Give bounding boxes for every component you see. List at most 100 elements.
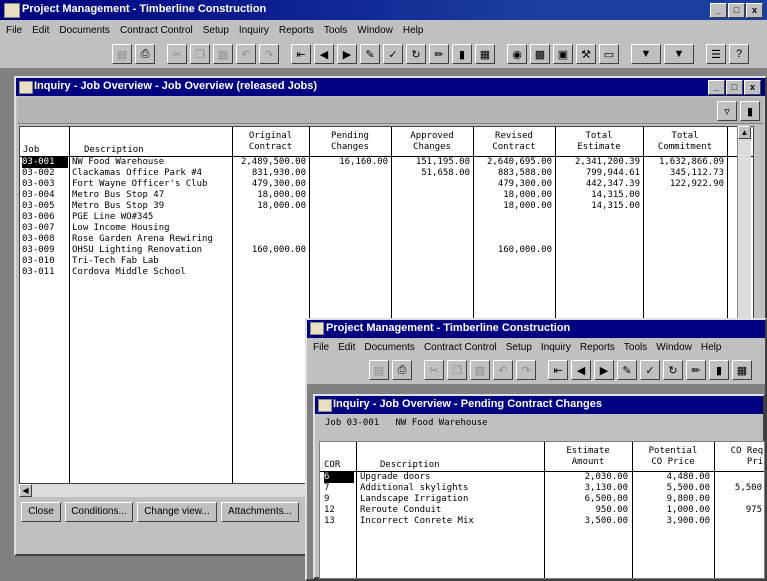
scroll-up-icon[interactable]: ▲ — [738, 126, 751, 139]
table-row[interactable]: 03-009 OHSU Lighting Renovation 160,000.00… — [20, 245, 753, 256]
maximize-button[interactable]: □ — [728, 3, 745, 18]
paste-icon-2[interactable]: ▧ — [470, 360, 490, 380]
app-title-bar[interactable]: Project Management - Timberline Construc… — [0, 0, 767, 20]
menu2-edit[interactable]: Edit — [338, 342, 355, 353]
col-header-total-commitment[interactable]: Total Commitment — [643, 131, 727, 153]
undo-icon-2[interactable]: ↶ — [493, 360, 513, 380]
col-header-description[interactable]: Description — [84, 145, 144, 156]
col-header-co-requested-price[interactable]: CO RequePrice — [714, 446, 764, 468]
check-icon-2[interactable]: ✓ — [640, 360, 660, 380]
previous-record-icon[interactable]: ◀ — [314, 44, 334, 64]
menu2-file[interactable]: File — [313, 342, 329, 353]
refresh-icon-2[interactable]: ↻ — [663, 360, 683, 380]
pending-changes-title-bar[interactable]: Inquiry - Job Overview - Pending Contrac… — [315, 396, 763, 414]
bookmark-icon[interactable]: ▮ — [740, 101, 760, 121]
undo-icon[interactable]: ↶ — [236, 44, 256, 64]
tools-icon[interactable]: ⚒ — [576, 44, 596, 64]
copy-icon[interactable]: ❐ — [190, 44, 210, 64]
print-icon[interactable]: ⎙ — [135, 44, 155, 64]
table-row[interactable]: 03-001 NW Food Warehouse 2,489,500.00 16,16… — [20, 157, 753, 168]
menu2-help[interactable]: Help — [701, 342, 722, 353]
notes-icon[interactable]: ☰ — [706, 44, 726, 64]
col-header-job[interactable]: Job — [23, 145, 39, 156]
table-row[interactable]: 12 Reroute Conduit 950.00 1,000.00 975 — [320, 505, 764, 516]
child-maximize-button[interactable]: □ — [726, 80, 743, 95]
paste-icon[interactable]: ▧ — [213, 44, 233, 64]
table-row[interactable]: 9 Landscape Irrigation 6,500.00 9,800.00 — [320, 494, 764, 505]
col-header-estimate-amount[interactable]: Estimate Amount — [544, 446, 632, 468]
help-pointer-icon[interactable]: ? — [729, 44, 749, 64]
change-view-button[interactable]: Change view... — [137, 502, 217, 522]
close-button[interactable]: x — [746, 3, 763, 18]
print-icon-2[interactable]: ⎙ — [392, 360, 412, 380]
first-record-icon[interactable]: ⇤ — [291, 44, 311, 64]
menu-tools[interactable]: Tools — [324, 25, 347, 36]
menu-help[interactable]: Help — [403, 25, 424, 36]
table-row[interactable]: 7 Additional skylights 3,130.00 5,500.00 5,5… — [320, 483, 764, 494]
table-row[interactable]: 03-004 Metro Bus Stop 47 18,000.00 18,000.0… — [20, 190, 753, 201]
chart-bar-icon[interactable]: ▭ — [599, 44, 619, 64]
print-preview-icon-2[interactable]: ▤ — [369, 360, 389, 380]
attachments-button[interactable]: Attachments... — [221, 502, 299, 522]
chart-icon[interactable]: ▮ — [452, 44, 472, 64]
redo-icon[interactable]: ↷ — [259, 44, 279, 64]
minimize-button[interactable]: _ — [710, 3, 727, 18]
menu2-reports[interactable]: Reports — [580, 342, 615, 353]
job-overview-title-bar[interactable]: Inquiry - Job Overview - Job Overview (r… — [16, 78, 765, 96]
menu2-contract-control[interactable]: Contract Control — [424, 342, 497, 353]
close-window-button[interactable]: Close — [21, 502, 61, 522]
conditions-button[interactable]: Conditions... — [65, 502, 133, 522]
table-row[interactable]: 03-008 Rose Garden Arena Rewiring — [20, 234, 753, 245]
col-header-approved[interactable]: Approved Changes — [391, 131, 473, 153]
previous-record-icon-2[interactable]: ◀ — [571, 360, 591, 380]
menu2-tools[interactable]: Tools — [624, 342, 647, 353]
pencil-icon[interactable]: ✏ — [429, 44, 449, 64]
dropdown-a-icon[interactable]: ▼ — [631, 44, 661, 64]
print-preview-icon[interactable]: ▤ — [112, 44, 132, 64]
table-icon[interactable]: ▦ — [475, 44, 495, 64]
table-row[interactable]: 03-003 Fort Wayne Officer's Club 479,300.0… — [20, 179, 753, 190]
child-minimize-button[interactable]: _ — [708, 80, 725, 95]
next-record-icon[interactable]: ▶ — [337, 44, 357, 64]
first-record-icon-2[interactable]: ⇤ — [548, 360, 568, 380]
second-app-title-bar[interactable]: Project Management - Timberline Construc… — [307, 320, 765, 338]
col-header-total-estimate[interactable]: Total Estimate — [555, 131, 643, 153]
check-icon[interactable]: ✓ — [383, 44, 403, 64]
cut-icon[interactable]: ✂ — [167, 44, 187, 64]
table-row[interactable]: 13 Incorrect Conrete Mix 3,500.00 3,900.00 — [320, 516, 764, 527]
redo-icon-2[interactable]: ↷ — [516, 360, 536, 380]
table-row[interactable]: 03-006 PGE Line WO#345 — [20, 212, 753, 223]
filter-icon[interactable]: ▿ — [717, 101, 737, 121]
table-row[interactable]: 03-005 Metro Bus Stop 39 18,000.00 18,000.0… — [20, 201, 753, 212]
menu2-inquiry[interactable]: Inquiry — [541, 342, 571, 353]
col-header-revised[interactable]: Revised Contract — [473, 131, 555, 153]
menu-edit[interactable]: Edit — [32, 25, 49, 36]
report-icon[interactable]: ▩ — [530, 44, 550, 64]
child-close-button[interactable]: x — [744, 80, 761, 95]
next-record-icon-2[interactable]: ▶ — [594, 360, 614, 380]
menu2-window[interactable]: Window — [656, 342, 692, 353]
menu-documents[interactable]: Documents — [59, 25, 110, 36]
menu-contract-control[interactable]: Contract Control — [120, 25, 193, 36]
menu-setup[interactable]: Setup — [203, 25, 229, 36]
table-row[interactable]: 03-010 Tri-Tech Fab Lab — [20, 256, 753, 267]
col-header-potential-co-price[interactable]: Potential CO Price — [632, 446, 714, 468]
col-header-original[interactable]: Original Contract — [232, 131, 309, 153]
col-header-cor[interactable]: COR — [324, 460, 340, 471]
menu-file[interactable]: File — [6, 25, 22, 36]
edit-icon-2[interactable]: ✎ — [617, 360, 637, 380]
calendar-icon[interactable]: ▣ — [553, 44, 573, 64]
menu-reports[interactable]: Reports — [279, 25, 314, 36]
edit-icon[interactable]: ✎ — [360, 44, 380, 64]
table-row[interactable]: 03-002 Clackamas Office Park #4 831,930.00… — [20, 168, 753, 179]
table-row[interactable]: 03-011 Cordova Middle School — [20, 267, 753, 278]
dropdown-b-icon[interactable]: ▼ — [664, 44, 694, 64]
menu2-setup[interactable]: Setup — [506, 342, 532, 353]
copy-icon-2[interactable]: ❐ — [447, 360, 467, 380]
menu-window[interactable]: Window — [357, 25, 393, 36]
col-header-pending-description[interactable]: Description — [380, 460, 440, 471]
col-header-pending[interactable]: Pending Changes — [309, 131, 391, 153]
menu-inquiry[interactable]: Inquiry — [239, 25, 269, 36]
table-row[interactable]: 03-007 Low Income Housing — [20, 223, 753, 234]
chart-icon-2[interactable]: ▮ — [709, 360, 729, 380]
